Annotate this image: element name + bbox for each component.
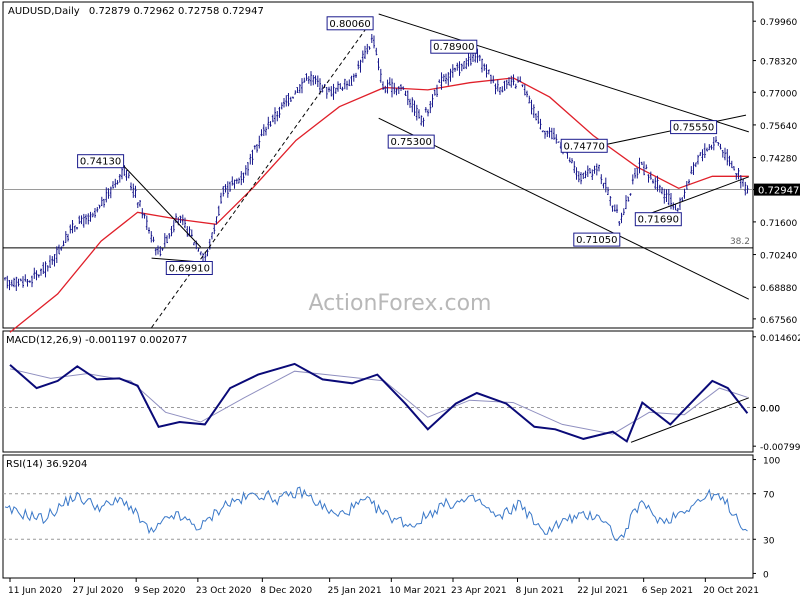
audusd-chart: ActionForex.com 38.2 0.80060 0.78900 0.741…	[2, 1, 800, 596]
price-label: 0.69910	[165, 261, 213, 275]
rsi-tick-label: 0	[763, 570, 769, 580]
macd-tick-label: 0.00	[760, 405, 780, 415]
macd-tick-label: -0.007998	[760, 443, 800, 453]
macd-y-axis: 0.0146020.000.00-0.007998	[753, 334, 800, 453]
rsi-panel-frame	[2, 454, 754, 579]
trendline	[119, 161, 202, 248]
price-label: 0.71050	[573, 232, 621, 247]
trendlines	[119, 13, 750, 328]
y-tick-label: 0.74280	[760, 155, 797, 165]
svg-text:0.71050: 0.71050	[576, 235, 617, 246]
x-tick-label: 23 Oct 2020	[196, 586, 252, 596]
price-annotations: 0.80060 0.78900 0.74130 0.75300 0.69910 0.747…	[77, 16, 718, 275]
x-tick-label: 11 Jun 2020	[8, 586, 62, 596]
price-label: 0.74130	[77, 154, 125, 169]
x-tick-label: 25 Jan 2021	[328, 586, 382, 596]
price-label: 0.74770	[560, 138, 608, 153]
price-label: 0.75550	[670, 120, 718, 135]
price-label: 0.71690	[634, 212, 682, 227]
svg-text:0.75300: 0.75300	[391, 137, 432, 148]
symbol-label: AUDUSD,Daily	[8, 6, 80, 17]
svg-text:0.80060: 0.80060	[329, 19, 370, 30]
x-tick-label: 20 Oct 2021	[703, 586, 759, 596]
macd-panel-frame	[2, 330, 754, 453]
y-tick-label: 0.68880	[760, 284, 797, 294]
svg-text:0.74130: 0.74130	[80, 157, 121, 168]
x-tick-label: 27 Jul 2020	[73, 586, 124, 596]
y-tick-label: 0.79960	[760, 18, 797, 28]
fib-label: 38.2	[730, 237, 750, 247]
macd-tick-label: 0.014602	[760, 334, 800, 344]
price-label: 0.78900	[430, 39, 478, 54]
rsi-y-axis: 100 70 30 0	[753, 457, 780, 580]
svg-text:0.75550: 0.75550	[673, 123, 714, 134]
macd-main-line	[9, 362, 749, 443]
svg-text:0.69910: 0.69910	[169, 264, 210, 275]
svg-text:0.78900: 0.78900	[433, 42, 474, 53]
rsi-tick-label: 30	[763, 536, 775, 546]
x-tick-label: 6 Sep 2021	[642, 586, 693, 596]
svg-text:0.71690: 0.71690	[638, 215, 679, 226]
x-tick-label: 9 Sep 2020	[134, 586, 186, 596]
x-tick-label: 10 Mar 2021	[389, 586, 446, 596]
trendline	[378, 13, 749, 133]
x-tick-label: 8 Dec 2020	[260, 586, 312, 596]
trendline	[151, 18, 374, 328]
x-tick-label: 8 Jun 2021	[516, 586, 564, 596]
y-tick-label: 0.72947	[758, 186, 799, 197]
svg-text:AUDUSD,Daily 0.72879 0.729: AUDUSD,Daily 0.72879 0.72962 0.72758 0.7…	[8, 6, 264, 17]
y-tick-label: 0.70240	[760, 252, 797, 262]
rsi-line	[4, 486, 748, 542]
watermark: ActionForex.com	[309, 291, 492, 316]
rsi-tick-label: 70	[763, 491, 775, 501]
y-tick-label: 0.77000	[760, 89, 797, 99]
price-label: 0.80060	[326, 16, 374, 31]
rsi-title: RSI(14) 36.9204	[6, 459, 87, 470]
macd-lines	[3, 362, 753, 443]
ohlc-values: 0.72879 0.72962 0.72758 0.72947	[89, 6, 264, 17]
price-y-axis: 0.79960 0.78320 0.77000 0.75640 0.74280 0.729…	[753, 18, 800, 326]
x-tick-label: 23 Apr 2021	[451, 586, 507, 596]
price-label: 0.75300	[387, 134, 435, 149]
x-tick-label: 22 Jul 2021	[577, 586, 628, 596]
y-tick-label: 0.75640	[760, 122, 797, 132]
macd-title: MACD(12,26,9) -0.001197 0.002077	[6, 335, 187, 346]
rsi-tick-label: 100	[763, 457, 780, 467]
y-tick-label: 0.67560	[760, 316, 797, 326]
y-tick-label: 0.71600	[760, 219, 797, 229]
svg-text:0.74770: 0.74770	[564, 141, 605, 152]
rsi-lines	[3, 486, 753, 542]
y-tick-label: 0.78320	[760, 58, 797, 68]
date-x-axis: 11 Jun 2020 27 Jul 2020 9 Sep 2020 23 Oct 2…	[8, 578, 759, 596]
